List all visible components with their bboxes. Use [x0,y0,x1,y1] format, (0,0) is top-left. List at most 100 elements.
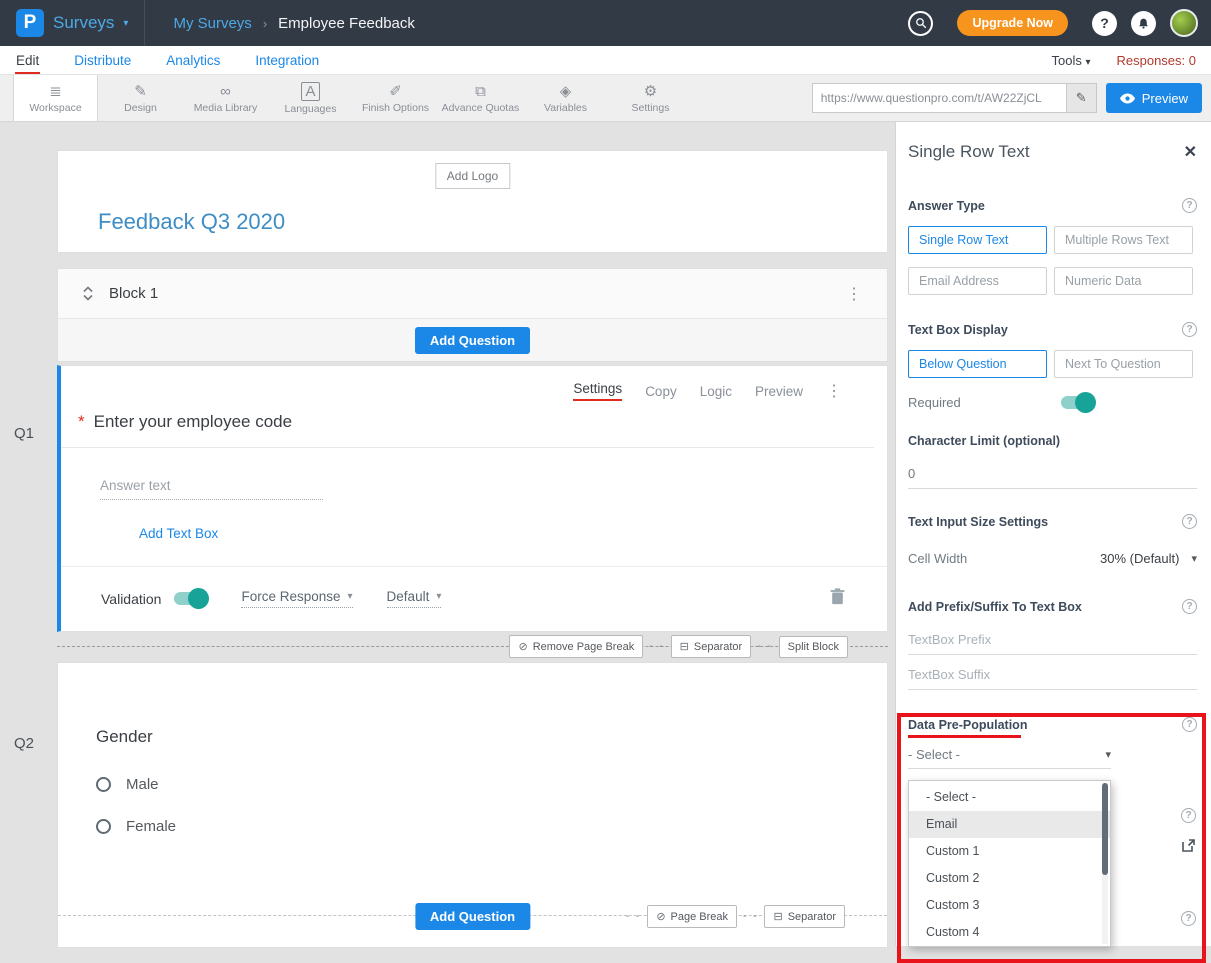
survey-url-input[interactable] [813,91,1066,105]
required-label: Required [908,395,961,410]
toolbar-right: ✎ Preview [812,75,1211,121]
question-tab-logic[interactable]: Logic [700,384,732,399]
question-menu-icon[interactable]: ⋮ [826,381,843,401]
toolbar-item-media-library[interactable]: ∞ Media Library [183,75,268,121]
block-menu-icon[interactable]: ⋮ [846,284,863,304]
toolbar-item-variables[interactable]: ◈ Variables [523,75,608,121]
answer-type-multiple-rows[interactable]: Multiple Rows Text [1054,226,1193,254]
add-question-button[interactable]: Add Question [415,327,530,354]
radio-male[interactable] [96,777,111,792]
preview-label: Preview [1142,91,1188,106]
question-number-q1: Q1 [14,425,34,442]
block-name[interactable]: Block 1 [109,285,158,302]
responses-count[interactable]: Responses: 0 [1117,53,1197,68]
dropdown-option-custom4[interactable]: Custom 4 [909,919,1110,946]
search-icon[interactable] [908,11,933,36]
toolbar-label: Workspace [29,102,81,114]
separator-button[interactable]: ⊟ Separator [671,635,752,658]
remove-page-break-button[interactable]: ⊘ Remove Page Break [509,635,643,658]
dropdown-option-select[interactable]: - Select - [909,784,1110,811]
toolbar-item-advance-quotas[interactable]: ⧉ Advance Quotas [438,75,523,121]
annotation-underline [908,735,1021,738]
dropdown-option-email[interactable]: Email [909,811,1110,838]
display-next-to-question[interactable]: Next To Question [1054,350,1193,378]
answer-type-numeric[interactable]: Numeric Data [1054,267,1193,295]
prefix-suffix-help-icon[interactable]: ? [1182,599,1197,614]
force-response-label: Force Response [241,589,340,604]
question-text-q2[interactable]: Gender [96,727,887,747]
collapse-block-icon[interactable] [82,286,94,301]
dropdown-scrollbar-thumb[interactable] [1102,783,1108,875]
user-avatar[interactable] [1170,9,1198,37]
tab-edit[interactable]: Edit [15,50,40,74]
answer-type-help-icon[interactable]: ? [1182,198,1197,213]
close-panel-icon[interactable]: ✕ [1184,142,1197,162]
answer-text-placeholder[interactable]: Answer text [100,478,323,500]
product-menu[interactable]: P Surveys ▾ [0,0,145,46]
preview-button[interactable]: Preview [1106,83,1202,113]
help-icon[interactable]: ? [1092,11,1117,36]
separator-icon: ⊟ [680,640,689,653]
split-block-button[interactable]: Split Block [779,636,848,658]
tab-distribute[interactable]: Distribute [73,50,132,74]
textbox-prefix-input[interactable] [908,628,1197,655]
dash-decoration: - - [757,641,772,652]
text-box-display-help-icon[interactable]: ? [1182,322,1197,337]
character-limit-input[interactable] [908,462,1197,489]
tools-menu[interactable]: Tools ▾ [1051,53,1090,68]
text-input-size-help-icon[interactable]: ? [1182,514,1197,529]
dropdown-option-custom2[interactable]: Custom 2 [909,865,1110,892]
add-question-button-bottom[interactable]: Add Question [415,903,530,930]
data-prepopulation-help-icon[interactable]: ? [1182,717,1197,732]
cell-width-label: Cell Width [908,551,967,566]
notifications-bell-icon[interactable] [1131,11,1156,36]
selected-value: - Select - [908,747,960,762]
cell-width-value[interactable]: 30% (Default) [1100,551,1179,566]
external-link-icon[interactable] [1181,838,1196,858]
display-below-question[interactable]: Below Question [908,350,1047,378]
upgrade-now-button[interactable]: Upgrade Now [957,10,1068,36]
tab-analytics[interactable]: Analytics [165,50,221,74]
separator-label: Separator [694,641,742,653]
toolbar-item-settings[interactable]: ⚙ Settings [608,75,693,121]
questionpro-logo: P [16,9,44,37]
toolbar-item-workspace[interactable]: ≣ Workspace [13,75,98,121]
breadcrumb-my-surveys[interactable]: My Surveys [173,15,251,32]
textbox-suffix-input[interactable] [908,663,1197,690]
add-text-box-link[interactable]: Add Text Box [139,526,218,541]
hidden-section-help-icon[interactable]: ? [1181,808,1196,823]
question-text-q1[interactable]: Enter your employee code [94,412,292,432]
separator-button-bottom[interactable]: ⊟ Separator [764,905,845,928]
page-break-button[interactable]: ⊘ Page Break [647,905,737,928]
tab-integration[interactable]: Integration [254,50,320,74]
answer-type-email[interactable]: Email Address [908,267,1047,295]
add-question-row: Add Question [58,319,887,361]
force-response-caret-icon: ▾ [348,591,353,602]
required-toggle[interactable] [1061,396,1094,409]
answer-type-single-row[interactable]: Single Row Text [908,226,1047,254]
cell-width-caret-icon[interactable]: ▾ [1191,552,1197,565]
edit-url-pencil-icon[interactable]: ✎ [1066,84,1096,112]
toolbar-item-languages[interactable]: A Languages [268,75,353,121]
dropdown-option-custom3[interactable]: Custom 3 [909,892,1110,919]
delete-question-icon[interactable] [830,588,845,610]
prefix-suffix-label: Add Prefix/Suffix To Text Box [908,600,1082,614]
add-logo-button[interactable]: Add Logo [435,163,510,189]
question-tab-settings[interactable]: Settings [573,381,622,401]
survey-title[interactable]: Feedback Q3 2020 [98,209,285,235]
validation-toggle[interactable] [174,592,207,605]
force-response-dropdown[interactable]: Force Response ▾ [241,589,352,608]
character-limit-label: Character Limit (optional) [908,434,1060,448]
toolbar-item-design[interactable]: ✎ Design [98,75,183,121]
toolbar-label: Advance Quotas [442,102,520,114]
separator-icon: ⊟ [773,910,782,923]
question-tab-copy[interactable]: Copy [645,384,677,399]
default-dropdown[interactable]: Default ▾ [387,589,442,608]
radio-female[interactable] [96,819,111,834]
page-break-icon: ⊘ [656,910,665,923]
toolbar-item-finish-options[interactable]: ✐ Finish Options [353,75,438,121]
data-prepopulation-select[interactable]: - Select - ▾ [908,747,1111,769]
question-tab-preview[interactable]: Preview [755,384,803,399]
hidden-section-help-icon[interactable]: ? [1181,911,1196,926]
dropdown-option-custom1[interactable]: Custom 1 [909,838,1110,865]
